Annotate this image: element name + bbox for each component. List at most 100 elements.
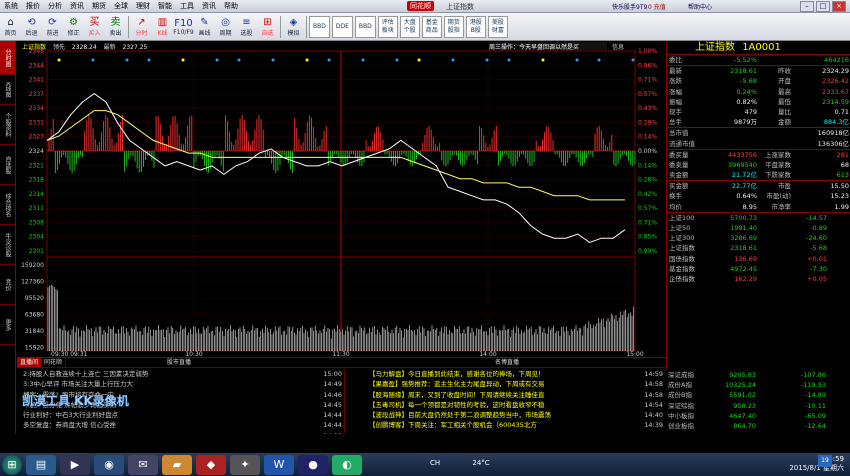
blog-item[interactable]: 【五毒司机】每一个顶都是对韧性的考验，这时看盘收窄不稳 14:54 <box>347 400 665 410</box>
index-row[interactable]: 中小板指 4647.40 -65.09 <box>666 411 850 421</box>
index-row[interactable]: 深证成指 9205.83 -107.86 <box>666 370 850 380</box>
blog-item[interactable]: 【波段战神】目前大盘仍然处于第二浪调整趋势当中，市场震荡 14:40 <box>347 410 665 420</box>
y-tick-label-right: 0.28% <box>638 177 657 184</box>
quote-label-2: 市盈(动) <box>766 192 791 201</box>
news-item[interactable]: 行业利好：中石3大行业利好盘点 14:44 <box>17 410 344 420</box>
blog-time: 14:59 <box>644 370 663 378</box>
toolbar-button[interactable]: ◎ 周期 <box>215 14 236 40</box>
start-button[interactable]: ⊞ <box>2 454 22 475</box>
menu-item[interactable]: 智能 <box>154 1 176 11</box>
taskbar-recorder-icon[interactable]: ● <box>298 454 328 475</box>
toolbar-button[interactable]: ⊞ 自选 <box>257 14 278 40</box>
taskbar-folder-icon[interactable]: ▰ <box>162 454 192 475</box>
left-tab[interactable]: 竞价 <box>0 265 15 305</box>
taskbar-word-icon[interactable]: W <box>264 454 294 475</box>
toolbar-button[interactable]: ⟲ 后退 <box>21 14 42 40</box>
taskbar-ths-icon[interactable]: ◆ <box>196 454 226 475</box>
system-tray[interactable]: CH 24°C <box>430 459 490 467</box>
product-link[interactable]: 快乐股手9T9 <box>612 2 647 11</box>
intraday-chart[interactable]: 2348 1.00% 2344 0.86% 2341 0.71% 2337 0.57% 2334… <box>17 41 665 357</box>
menu-item[interactable]: 理财 <box>132 1 154 11</box>
blog-item[interactable]: 【股海随缘】周末，又到了收盘时间！下周请继续关注睡佳直 14:58 <box>347 390 665 400</box>
menu-item[interactable]: 分析 <box>44 1 66 11</box>
index-row[interactable]: 上证指数 2318.61 -5.68 <box>667 243 850 253</box>
index-change: -65.09 <box>805 411 826 420</box>
blog-item[interactable]: 【马力解盘】今日直播到此结束，感谢各位的捧场，下周见！ 14:59 <box>347 369 665 379</box>
toolbar-market-button[interactable]: 期货 股指 <box>443 15 464 38</box>
index-row[interactable]: 上证50 1981.40 -0.89 <box>667 223 850 233</box>
taskbar-media-icon[interactable]: ▶ <box>60 454 90 475</box>
news-item[interactable]: 3:3中心早评 市场关注大量上行压力大 14:49 <box>17 379 344 389</box>
menu-item[interactable]: 期货 <box>88 1 110 11</box>
help-center-link[interactable]: 帮助中心 <box>688 2 712 11</box>
tab-live-room[interactable]: 直播间 <box>17 358 42 367</box>
toolbar-market-bottom: 个股 <box>403 26 416 34</box>
toolbar-button-icon: ⚙ <box>69 16 78 28</box>
toolbar-button[interactable]: ▥ K线 <box>152 14 173 40</box>
calendar-badge[interactable]: 19 <box>818 455 832 467</box>
news-item[interactable]: 多空复盘：券商盘大增 信心受挫 14:44 <box>17 420 344 430</box>
index-row[interactable]: 国债指数 136.69 +0.01 <box>667 254 850 264</box>
taskbar-explorer-icon[interactable]: ▤ <box>26 454 56 475</box>
index-row[interactable]: 成份B指 5591.02 -14.89 <box>666 390 850 400</box>
y-tick-label: 2341 <box>29 77 44 84</box>
quote-label: 卖金额 <box>669 171 689 180</box>
left-tab[interactable]: 自选股 <box>0 145 15 185</box>
toolbar-button[interactable]: ◈ 模拟 <box>283 14 304 40</box>
toolbar-market-button[interactable]: BBD <box>309 15 330 38</box>
minimize-icon[interactable]: – <box>800 1 814 12</box>
left-tab[interactable]: 分时图 <box>0 41 15 75</box>
news-item[interactable]: 2:持股人自救连续十上连亡 三因素决定弱势 15:00 <box>17 369 344 379</box>
toolbar-button[interactable]: ⌂ 首页 <box>0 14 21 40</box>
left-tab[interactable]: 个股资料 <box>0 105 15 145</box>
toolbar-button[interactable]: ≡ 选股 <box>236 14 257 40</box>
blog-item[interactable]: 【创鹏博客】下周关注：军工相关个股机会（600435北方 14:39 <box>347 420 665 430</box>
toolbar-market-button[interactable]: 港股 B股 <box>465 15 486 38</box>
menu-item[interactable]: 报价 <box>22 1 44 11</box>
left-tab[interactable]: K线图 <box>0 75 15 105</box>
taskbar-app-icon[interactable]: ✦ <box>230 454 260 475</box>
taskbar-browser-icon[interactable]: ◉ <box>94 454 124 475</box>
notice-ticker[interactable]: 周三操作：今天早盘回调以然是买 <box>489 42 607 50</box>
toolbar-market-button[interactable]: DDE <box>331 15 353 38</box>
menu-item[interactable]: 帮助 <box>220 1 242 11</box>
left-tab[interactable]: 综合排名 <box>0 185 15 225</box>
tray-lang[interactable]: CH <box>430 459 440 467</box>
tab-ths[interactable]: 同花顺 <box>41 358 67 367</box>
toolbar-market-button[interactable]: BBD <box>354 15 376 38</box>
index-row[interactable]: 企债指数 162.29 +0.05 <box>667 274 850 284</box>
left-tab[interactable]: 更多 <box>0 305 15 345</box>
menu-item[interactable]: 系统 <box>0 1 22 11</box>
toolbar-button[interactable]: ⟳ 前进 <box>42 14 63 40</box>
maximize-icon[interactable]: □ <box>816 1 830 12</box>
index-row[interactable]: 基金指数 4972.45 -7.30 <box>667 264 850 274</box>
toolbar-button[interactable]: ✎ 画线 <box>194 14 215 40</box>
blog-item[interactable]: 【果嘉盈】强势推荐：蓝主生化主力尾盘异动，下周或有交易 14:58 <box>347 379 665 389</box>
clock[interactable]: 6:59 2015/8/1 星期六 <box>789 455 844 473</box>
index-row[interactable]: 上证100 5700.73 -14.57 <box>667 213 850 223</box>
close-icon[interactable]: × <box>832 1 846 12</box>
toolbar-button[interactable]: ↗ 分时 <box>131 14 152 40</box>
index-row[interactable]: 深证综指 958.23 -10.11 <box>666 401 850 411</box>
index-row[interactable]: 创业板指 864.70 -12.64 <box>666 421 850 431</box>
menu-item[interactable]: 资讯 <box>198 1 220 11</box>
toolbar-button[interactable]: F10 F10/F9 <box>173 14 194 40</box>
chart-legend: 上证指数 领先 2328.24 最新 2327.25 <box>22 42 152 51</box>
info-toggle[interactable]: 信息 <box>612 42 624 51</box>
left-tab[interactable]: 牛叉诊股 <box>0 225 15 265</box>
menu-item[interactable]: 资讯 <box>66 1 88 11</box>
toolbar-button[interactable]: 卖卖出 <box>105 14 126 40</box>
toolbar-market-button[interactable]: 评估 板块 <box>377 15 398 38</box>
toolbar-button[interactable]: ⚙ 修正 <box>63 14 84 40</box>
toolbar-market-button[interactable]: 大盘 个股 <box>399 15 420 38</box>
index-row[interactable]: 上证300 3286.69 -24.60 <box>667 233 850 243</box>
taskbar-chat-icon[interactable]: ✉ <box>128 454 158 475</box>
toolbar-button[interactable]: 买买入 <box>84 14 105 40</box>
index-row[interactable]: 成份A指 10325.24 -119.93 <box>666 380 850 390</box>
taskbar-green-app-icon[interactable]: ◐ <box>332 454 362 475</box>
toolbar-market-button[interactable]: 基金 商品 <box>421 15 442 38</box>
menu-item[interactable]: 工具 <box>176 1 198 11</box>
toolbar-market-button[interactable]: 美股 财富 <box>487 15 508 38</box>
recharge-link[interactable]: 0 充值 <box>648 2 666 11</box>
menu-item[interactable]: 全球 <box>110 1 132 11</box>
